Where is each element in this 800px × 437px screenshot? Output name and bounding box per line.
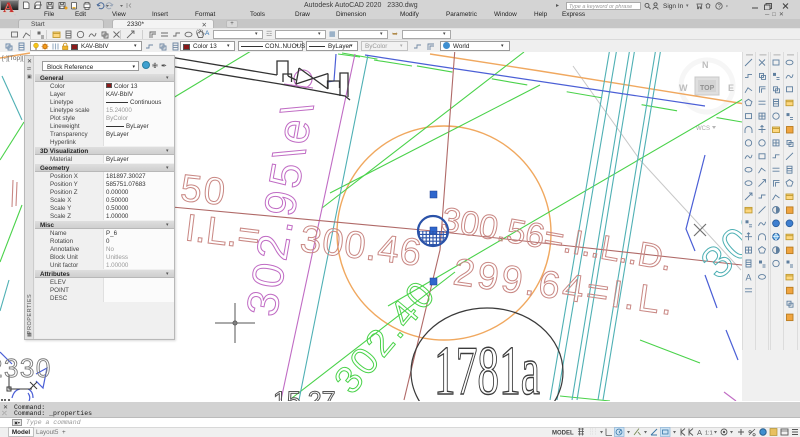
svg-text:MODEL: MODEL: [552, 431, 574, 437]
svg-text:E: E: [728, 83, 734, 93]
svg-text:A: A: [746, 272, 752, 282]
svg-text:2330: 2330: [0, 353, 52, 383]
svg-text:WCS: WCS: [696, 126, 710, 132]
svg-text:.50: .50: [166, 166, 229, 214]
svg-text:A: A: [697, 428, 702, 437]
svg-text:TOP: TOP: [700, 85, 715, 92]
svg-text:N: N: [702, 60, 709, 70]
svg-text:1781a: 1781a: [434, 331, 540, 402]
svg-text:15.27: 15.27: [273, 387, 336, 402]
svg-text:1:1: 1:1: [705, 431, 713, 437]
svg-text:W: W: [679, 83, 688, 93]
